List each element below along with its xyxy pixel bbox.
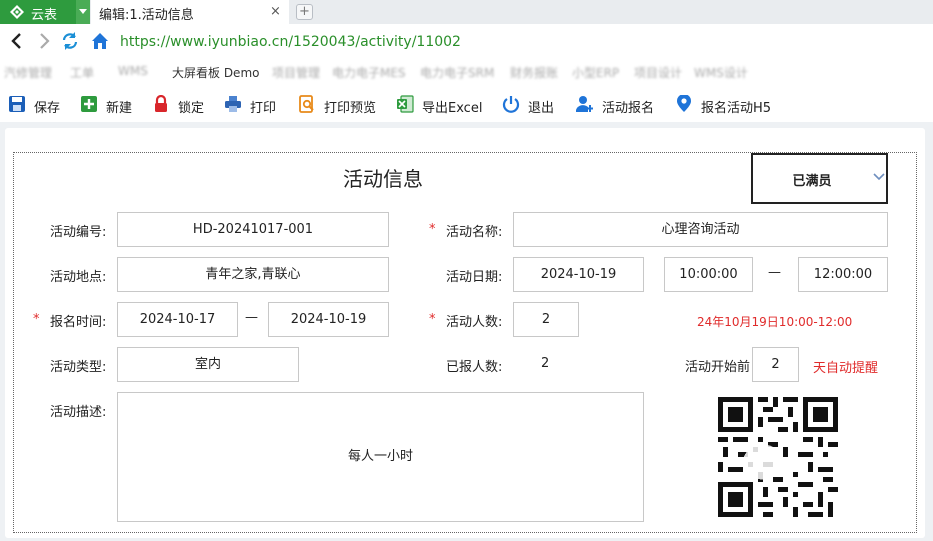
document-tab[interactable]: 编辑:1.活动信息 × [91,0,289,24]
activity-name-label: 活动名称: [446,225,503,240]
bookmark-item[interactable]: 电力电子SRM [420,64,494,81]
bookmark-item[interactable]: 汽修管理 [4,64,52,81]
toolbar: 保存 新建 锁定 打印 打印预览 导出Excel 退出 活动报名 报名活动H5 [0,89,933,121]
print-preview-button[interactable]: 打印预览 [298,95,382,116]
bookmarks-bar: 汽修管理 工单 WMS 大屏看板 Demo 项目管理 电力电子MES 电力电子S… [0,60,933,84]
save-icon [9,96,25,112]
excel-icon [397,95,414,113]
required-mark: * [33,312,40,327]
description-label: 活动描述: [50,405,107,420]
document-tab-title: 编辑:1.活动信息 [99,8,194,23]
start-time-field[interactable]: 10:00:00 [664,257,753,292]
signup-label: 活动报名 [602,101,655,116]
qr-code-icon[interactable] [718,397,838,517]
signup-end-field[interactable]: 2024-10-19 [268,302,389,337]
bookmark-item[interactable]: WMS [118,64,148,78]
activity-date-field[interactable]: 2024-10-19 [513,257,644,292]
user-pin-icon [677,95,691,112]
app-dropdown-button[interactable] [76,0,90,24]
chevron-down-icon [873,173,885,181]
bookmark-item[interactable]: 小型ERP [572,64,619,81]
new-tab-button[interactable]: + [296,4,313,20]
print-preview-label: 打印预览 [324,101,377,116]
caret-down-icon [79,9,87,14]
capacity-label: 活动人数: [446,315,503,330]
new-button[interactable]: 新建 [80,95,138,116]
power-icon [502,96,520,113]
close-tab-icon[interactable]: × [270,4,281,19]
signup-time-label: 报名时间: [50,315,107,330]
back-arrow-icon[interactable] [8,29,26,53]
bookmark-item[interactable]: 大屏看板 Demo [172,64,259,81]
bookmark-item[interactable]: 财务报账 [510,64,558,81]
registered-label: 已报人数: [446,360,503,375]
url-field[interactable]: https://www.iyunbiao.cn/1520043/activity… [120,34,461,50]
bookmark-item[interactable]: 电力电子MES [332,64,406,81]
bookmark-item[interactable]: 工单 [70,64,94,81]
export-excel-label: 导出Excel [422,101,483,116]
capacity-field[interactable]: 2 [513,302,579,337]
forward-arrow-icon[interactable] [35,29,53,53]
home-icon[interactable] [90,29,110,53]
print-button[interactable]: 打印 [224,95,282,116]
signup-button[interactable]: 活动报名 [576,95,662,116]
activity-code-label: 活动编号: [50,225,107,240]
remind-after-label: 天自动提醒 [813,361,879,376]
new-label: 新建 [106,101,133,116]
print-icon [225,96,241,112]
exit-button[interactable]: 退出 [502,95,560,116]
app-name: 云表 [31,8,58,23]
status-dropdown[interactable]: 已满员 [751,153,888,204]
status-value: 已满员 [792,174,832,189]
activity-type-field[interactable]: 室内 [117,347,299,382]
refresh-icon[interactable] [60,29,80,53]
print-preview-icon [299,95,314,113]
bookmark-item[interactable]: 项目设计 [634,64,682,81]
lock-icon [155,95,167,112]
form-title: 活动信息 [343,167,423,191]
address-bar: https://www.iyunbiao.cn/1520043/activity… [0,26,933,58]
remind-days-field[interactable]: 2 [752,347,799,382]
bookmark-item[interactable]: 项目管理 [272,64,320,81]
required-mark: * [429,222,436,237]
remind-before-label: 活动开始前 [685,360,751,375]
user-add-icon [576,96,593,112]
activity-location-field[interactable]: 青年之家,青联心 [117,257,389,292]
lock-label: 锁定 [178,101,205,116]
time-range-separator: — [768,265,781,280]
new-icon [81,96,97,112]
signup-h5-button[interactable]: 报名活动H5 [675,95,775,116]
description-field[interactable]: 每人一小时 [117,392,644,522]
app-logo-icon [10,5,24,19]
bookmark-item[interactable]: WMS设计 [694,64,748,81]
schedule-note: 24年10月19日10:00-12:00 [697,315,853,329]
signup-h5-label: 报名活动H5 [701,101,772,116]
activity-location-label: 活动地点: [50,270,107,285]
activity-code-field[interactable]: HD-20241017-001 [117,212,389,247]
activity-name-field[interactable]: 心理咨询活动 [513,212,888,247]
end-time-field[interactable]: 12:00:00 [798,257,888,292]
date-range-separator: — [245,310,258,325]
app-menu-tab[interactable]: 云表 [0,0,90,24]
export-excel-button[interactable]: 导出Excel [396,95,490,116]
browser-tab-strip: 云表 编辑:1.活动信息 × + [0,0,933,24]
print-label: 打印 [250,101,277,116]
save-label: 保存 [34,101,61,116]
activity-date-label: 活动日期: [446,270,503,285]
registered-value: 2 [541,356,550,371]
lock-button[interactable]: 锁定 [152,95,210,116]
exit-label: 退出 [528,101,555,116]
signup-start-field[interactable]: 2024-10-17 [117,302,238,337]
save-button[interactable]: 保存 [8,95,68,116]
activity-type-label: 活动类型: [50,360,107,375]
required-mark: * [429,312,436,327]
